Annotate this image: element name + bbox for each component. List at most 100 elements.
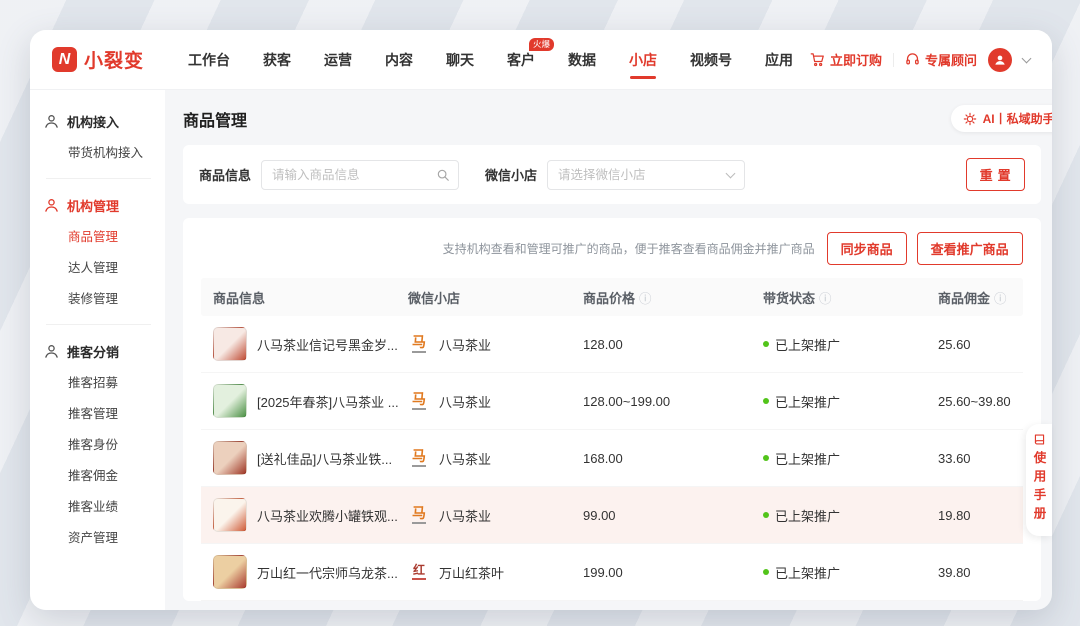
app-window: N 小裂变 工作台 获客 运营 内容 聊天 客户 火爆 数据 小店 视频号 应用: [30, 30, 1052, 610]
product-thumbnail: [213, 384, 247, 418]
sidebar-item-talent-management[interactable]: 达人管理: [68, 261, 157, 276]
table-row[interactable]: [送礼佳品]八马茶业铁... 八马茶业 168.00 已上架推广 33.60: [201, 430, 1023, 487]
info-icon[interactable]: [819, 288, 832, 307]
header-actions: 立即订购 专属顾问: [810, 48, 1030, 72]
brand-logo[interactable]: N 小裂变: [52, 46, 144, 73]
order-now-button[interactable]: 立即订购: [810, 50, 882, 69]
sidebar-item-promoter-commission[interactable]: 推客佣金: [68, 469, 157, 484]
top-nav: 工作台 获客 运营 内容 聊天 客户 火爆 数据 小店 视频号 应用: [188, 30, 793, 89]
product-name: 八马茶业信记号黑金岁...: [257, 335, 398, 354]
toolbar-hint: 支持机构查看和管理可推广的商品，便于推客查看商品佣金并推广商品: [443, 240, 815, 257]
sidebar-item-promoter-recruit[interactable]: 推客招募: [68, 376, 157, 391]
nav-item-chat[interactable]: 聊天: [446, 30, 474, 89]
status-dot: [763, 398, 769, 404]
table-header: 商品信息 微信小店 商品价格 带货状态 商品佣金: [201, 278, 1023, 316]
user-manual-tab[interactable]: 使用手册: [1026, 424, 1052, 536]
store-logo-icon: [408, 560, 430, 584]
person-icon: [44, 114, 59, 129]
wechat-shop-select[interactable]: [547, 160, 745, 190]
status-dot: [763, 455, 769, 461]
store-name: 八马茶业: [439, 392, 491, 411]
view-promoted-products-button[interactable]: 查看推广商品: [917, 232, 1023, 265]
store-logo-icon: [408, 446, 430, 470]
column-status: 带货状态: [763, 288, 938, 307]
sidebar-section-label: 机构接入: [67, 112, 119, 131]
wechat-shop-select-input[interactable]: [547, 160, 745, 190]
nav-item-customer[interactable]: 客户 火爆: [507, 30, 535, 89]
book-icon: [1033, 433, 1046, 446]
product-price: 168.00: [583, 451, 763, 466]
brand-name: 小裂变: [84, 46, 144, 73]
table-row[interactable]: 八马茶业信记号黑金岁... 八马茶业 128.00 已上架推广 25.60: [201, 316, 1023, 373]
status-text: 已上架推广: [775, 563, 840, 582]
nav-item-data[interactable]: 数据: [568, 30, 596, 89]
column-wechat-shop: 微信小店: [408, 288, 583, 307]
table-toolbar: 支持机构查看和管理可推广的商品，便于推客查看商品佣金并推广商品 同步商品 查看推…: [201, 232, 1023, 265]
ai-assistant-button[interactable]: AI丨私域助手: [951, 105, 1052, 132]
sidebar-item-promoter-identity[interactable]: 推客身份: [68, 438, 157, 453]
product-name: 八马茶业欢腾小罐铁观...: [257, 506, 398, 525]
top-header: N 小裂变 工作台 获客 运营 内容 聊天 客户 火爆 数据 小店 视频号 应用: [30, 30, 1052, 90]
chevron-down-icon[interactable]: [1022, 53, 1032, 63]
column-commission: 商品佣金: [938, 288, 1011, 307]
sync-products-button[interactable]: 同步商品: [827, 232, 907, 265]
search-icon[interactable]: [436, 168, 450, 182]
info-icon[interactable]: [994, 288, 1007, 307]
advisor-button[interactable]: 专属顾问: [905, 50, 977, 69]
product-search-input[interactable]: [261, 160, 459, 190]
nav-item-customer-label: 客户: [507, 50, 535, 70]
store-logo-icon: [408, 332, 430, 356]
sidebar-section-label: 机构管理: [67, 196, 119, 215]
sidebar-item-asset-management[interactable]: 资产管理: [68, 531, 157, 546]
product-thumbnail: [213, 441, 247, 475]
status-text: 已上架推广: [775, 506, 840, 525]
nav-item-video[interactable]: 视频号: [690, 30, 732, 89]
product-price: 128.00~199.00: [583, 394, 763, 409]
sidebar-item-promoter-performance[interactable]: 推客业绩: [68, 500, 157, 515]
nav-item-acquisition[interactable]: 获客: [263, 30, 291, 89]
product-commission: 19.80: [938, 508, 1011, 523]
nav-item-workbench[interactable]: 工作台: [188, 30, 230, 89]
store-name: 八马茶业: [439, 449, 491, 468]
column-product-info: 商品信息: [213, 288, 408, 307]
product-info-label: 商品信息: [199, 165, 251, 184]
sidebar-section-label: 推客分销: [67, 342, 119, 361]
headset-icon: [905, 52, 920, 67]
status-text: 已上架推广: [775, 392, 840, 411]
sidebar-item-promoter-management[interactable]: 推客管理: [68, 407, 157, 422]
sidebar-divider: [46, 324, 151, 325]
wechat-shop-label: 微信小店: [485, 165, 537, 184]
product-commission: 33.60: [938, 451, 1011, 466]
sidebar-item-live-agency-access[interactable]: 带货机构接入: [68, 146, 157, 161]
sidebar-item-decoration-management[interactable]: 装修管理: [68, 292, 157, 307]
info-icon[interactable]: [639, 288, 652, 307]
brand-logo-icon: N: [52, 47, 77, 72]
nav-item-apps[interactable]: 应用: [765, 30, 793, 89]
table-row[interactable]: [2025年春茶]八马茶业 ... 八马茶业 128.00~199.00 已上架…: [201, 373, 1023, 430]
product-price: 128.00: [583, 337, 763, 352]
product-thumbnail: [213, 327, 247, 361]
store-name: 万山红茶叶: [439, 563, 504, 582]
sidebar-section-agency-management[interactable]: 机构管理: [44, 196, 157, 215]
nav-item-shop[interactable]: 小店: [629, 30, 657, 89]
nav-item-operation[interactable]: 运营: [324, 30, 352, 89]
table-row[interactable]: 万山红一代宗师乌龙茶... 万山红茶叶 199.00 已上架推广 39.80: [201, 544, 1023, 601]
status-dot: [763, 512, 769, 518]
reset-button[interactable]: 重置: [966, 158, 1025, 191]
sidebar-section-agency-access[interactable]: 机构接入: [44, 112, 157, 131]
page-title: 商品管理: [183, 107, 247, 131]
product-search-box: [261, 160, 459, 190]
product-name: [送礼佳品]八马茶业铁...: [257, 449, 392, 468]
product-price: 99.00: [583, 508, 763, 523]
sidebar-item-product-management[interactable]: 商品管理: [68, 230, 157, 245]
store-logo-icon: [408, 503, 430, 527]
header-divider: [893, 53, 894, 67]
sidebar-section-promoter-distribution[interactable]: 推客分销: [44, 342, 157, 361]
nav-item-content[interactable]: 内容: [385, 30, 413, 89]
order-now-label: 立即订购: [830, 50, 882, 69]
table-row[interactable]: 八马茶业欢腾小罐铁观... 八马茶业 99.00 已上架推广 19.80: [201, 487, 1023, 544]
ai-flower-icon: [963, 112, 977, 126]
product-name: [2025年春茶]八马茶业 ...: [257, 392, 399, 411]
advisor-label: 专属顾问: [925, 50, 977, 69]
user-avatar[interactable]: [988, 48, 1012, 72]
